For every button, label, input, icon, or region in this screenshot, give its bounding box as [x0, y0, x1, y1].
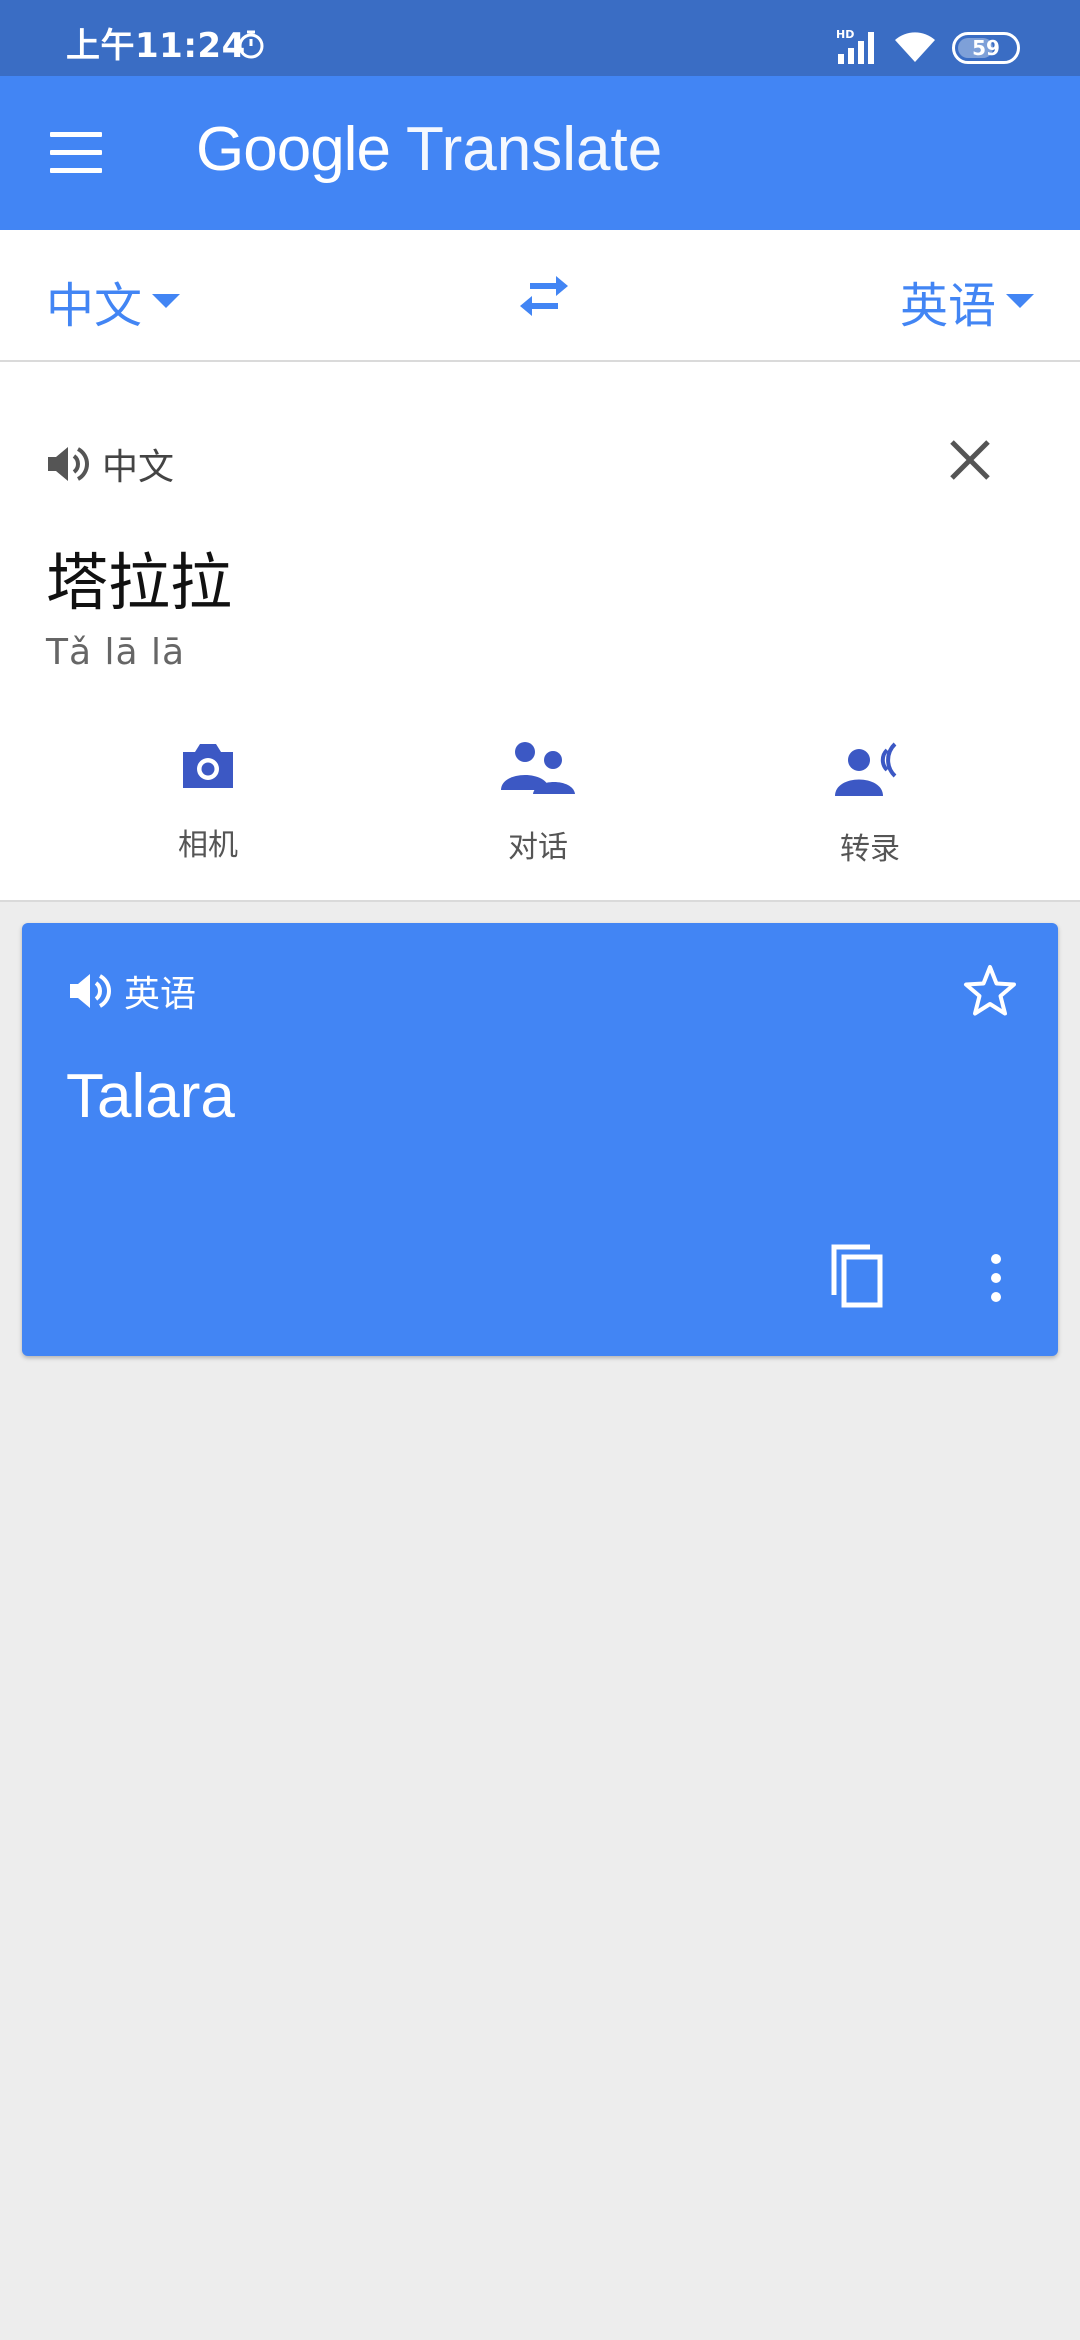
- status-time: 上午11:24: [66, 26, 246, 66]
- timer-icon: [238, 30, 264, 59]
- transcribe-label: 转录: [840, 832, 900, 867]
- translation-header: 英语: [66, 965, 196, 1017]
- source-language-label: 中文: [46, 278, 143, 334]
- app-title: Google Translate: [196, 114, 662, 185]
- source-language-tag: 中文: [102, 447, 175, 488]
- camera-icon: [183, 744, 233, 788]
- transcribe-button[interactable]: 转录: [790, 740, 950, 868]
- close-icon[interactable]: [946, 436, 994, 484]
- copy-icon[interactable]: [828, 1243, 886, 1309]
- transcribe-icon: [835, 742, 897, 796]
- star-icon[interactable]: [962, 963, 1018, 1019]
- camera-label: 相机: [178, 828, 238, 863]
- source-header: 中文: [44, 438, 174, 490]
- more-options-icon[interactable]: [988, 1253, 1004, 1303]
- conversation-button[interactable]: 对话: [458, 740, 618, 866]
- speaker-icon[interactable]: [44, 441, 90, 487]
- conversation-label: 对话: [508, 830, 568, 865]
- translation-card[interactable]: 英语 Talara: [22, 923, 1058, 1356]
- app-title-product: Translate: [406, 115, 663, 184]
- camera-button[interactable]: 相机: [128, 740, 288, 864]
- source-language-selector[interactable]: 中文: [46, 266, 181, 336]
- dropdown-caret-icon: [1006, 294, 1034, 308]
- status-bar: 上午11:24 HD 59: [0, 0, 1080, 76]
- conversation-icon: [501, 742, 575, 794]
- speaker-icon[interactable]: [66, 968, 112, 1014]
- target-language-selector[interactable]: 英语: [900, 266, 1034, 336]
- dropdown-caret-icon: [152, 294, 181, 308]
- menu-icon[interactable]: [50, 132, 102, 174]
- language-bar: 中文 英语: [0, 230, 1080, 362]
- source-transliteration: Tǎ lā lā: [46, 632, 186, 673]
- wifi-icon: [895, 32, 935, 62]
- app-title-brand: Google: [196, 115, 391, 184]
- swap-languages-icon[interactable]: [516, 270, 572, 322]
- battery-indicator: 59: [952, 32, 1020, 64]
- target-language-tag: 英语: [124, 974, 197, 1015]
- source-text[interactable]: 塔拉拉: [46, 532, 232, 622]
- network-type-label: HD: [836, 28, 854, 41]
- app-bar: Google Translate: [0, 76, 1080, 230]
- signal-icon: HD: [836, 28, 874, 64]
- input-card: 中文 塔拉拉 Tǎ lā lā 相机 对话 转录: [0, 362, 1080, 902]
- target-language-label: 英语: [899, 278, 996, 334]
- battery-level: 59: [972, 36, 1000, 60]
- translation-text: Talara: [66, 1062, 235, 1131]
